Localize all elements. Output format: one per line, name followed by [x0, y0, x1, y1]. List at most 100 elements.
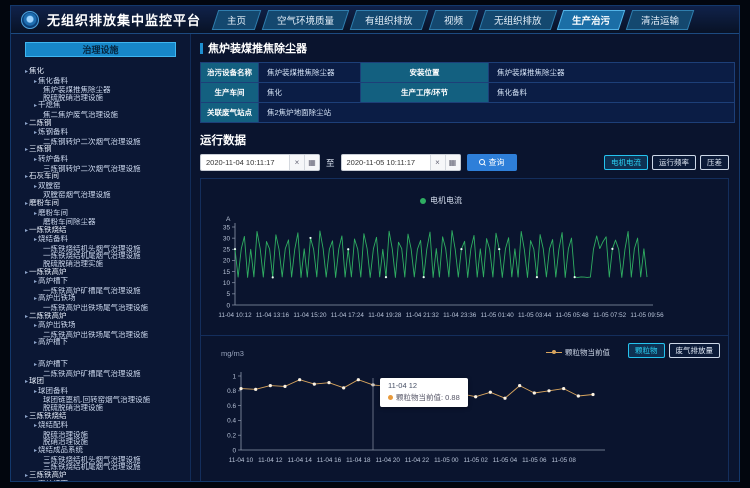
- tree-item[interactable]: 焦炉装煤推焦除尘器: [25, 86, 188, 94]
- tree-item[interactable]: 一炼铁高炉矿槽尾气治理设施: [25, 287, 188, 295]
- chevron-right-icon: ▸: [34, 362, 37, 368]
- start-date-input[interactable]: 2020-11-04 10:11:17: [201, 155, 289, 170]
- tree-item[interactable]: 一炼铁高炉出铁场尾气治理设施: [25, 304, 188, 312]
- tree-item-label: 脱硫脱硝治理实施: [43, 260, 103, 268]
- nav-item-空气环境质量[interactable]: 空气环境质量: [262, 10, 350, 30]
- date-range-end[interactable]: 2020-11-05 10:11:17 × ▦: [341, 154, 461, 171]
- pm-button-颗粒物[interactable]: 颗粒物: [628, 343, 665, 358]
- tree-item[interactable]: ▸双膛窑: [25, 182, 188, 192]
- tree-item[interactable]: 焦二焦炉废气治理设施: [25, 111, 188, 119]
- tree-item[interactable]: ▸磨粉车间: [25, 199, 188, 209]
- tree-item[interactable]: ▸一炼铁高炉: [25, 268, 188, 278]
- svg-text:1: 1: [232, 373, 236, 380]
- tree-item[interactable]: 脱硫脱硝治理设施: [25, 404, 188, 412]
- tree-item[interactable]: 二炼铁高炉矿槽尾气治理设施: [25, 370, 188, 378]
- nav-item-主页[interactable]: 主页: [212, 10, 262, 30]
- tree-item[interactable]: ▸高炉出铁场: [25, 294, 188, 304]
- chevron-right-icon: ▸: [34, 423, 37, 429]
- table-label-cell: 生产工序/环节: [361, 83, 489, 103]
- chevron-right-icon: ▸: [25, 121, 28, 127]
- metric-button-压差[interactable]: 压差: [700, 155, 729, 170]
- nav-item-label: 生产治污: [572, 13, 610, 27]
- tree-item[interactable]: ▸二炼铁高炉: [25, 312, 188, 322]
- tree-item[interactable]: ▸三炼铁高炉: [25, 471, 188, 481]
- tree-item[interactable]: ▸高炉槽下: [25, 360, 188, 370]
- tree-item[interactable]: 脱硝治理设施: [25, 438, 188, 446]
- tree-item[interactable]: ▸烧结备料: [25, 235, 188, 245]
- nav-item-清洁运输[interactable]: 清洁运输: [626, 10, 695, 30]
- main-nav: 主页空气环境质量有组织排放视频无组织排放生产治污清洁运输: [215, 10, 691, 30]
- clear-icon[interactable]: ×: [289, 155, 304, 170]
- tree-item[interactable]: ▸炼钢备料: [25, 128, 188, 138]
- metric-button-电机电流[interactable]: 电机电流: [604, 155, 648, 170]
- tree-item[interactable]: ▸球团备料: [25, 387, 188, 397]
- chevron-right-icon: ▸: [25, 174, 28, 180]
- svg-text:11-04 16: 11-04 16: [317, 457, 342, 464]
- calendar-icon[interactable]: ▦: [445, 155, 460, 170]
- tree-item[interactable]: ▸转炉备料: [25, 155, 188, 165]
- tree-item[interactable]: 脱硫治理设施: [25, 431, 188, 439]
- svg-text:30: 30: [223, 235, 231, 242]
- tree-item[interactable]: 球团链篦机.回转窑烟气治理设施: [25, 396, 188, 404]
- chevron-right-icon: ▸: [25, 314, 28, 320]
- tree-item[interactable]: ▸磨粉车间: [25, 209, 188, 219]
- svg-text:11-04 12: 11-04 12: [258, 457, 283, 464]
- tree-item-label: 高炉槽下: [38, 480, 68, 481]
- tree-item[interactable]: ▸二炼钢: [25, 119, 188, 129]
- tree-item[interactable]: ▸焦化: [25, 67, 188, 77]
- tree-item-label: 一炼铁烧结机尾烟气治理设施: [43, 252, 141, 260]
- pm-legend[interactable]: 颗粒物当前值: [546, 347, 610, 358]
- tree-item[interactable]: ▸高炉出铁场: [25, 321, 188, 331]
- metric-button-运行频率[interactable]: 运行频率: [652, 155, 696, 170]
- tree-item-label: 高炉槽下: [38, 277, 68, 285]
- tree-item[interactable]: ▸烧结配料: [25, 421, 188, 431]
- table-value-cell: 焦化备料: [489, 83, 735, 103]
- tree-item[interactable]: ▸高炉槽下: [25, 480, 188, 481]
- chevron-right-icon: ▸: [34, 448, 37, 454]
- tree-item[interactable]: 双膛窑烟气治理设施: [25, 191, 188, 199]
- date-range-start[interactable]: 2020-11-04 10:11:17 × ▦: [200, 154, 320, 171]
- tree-item-label: 一炼铁烧结: [29, 226, 67, 234]
- tree-item[interactable]: 二炼铁高炉出铁场尾气治理设施: [25, 331, 188, 339]
- tree-item[interactable]: 磨粉车间除尘器: [25, 218, 188, 226]
- nav-item-生产治污[interactable]: 生产治污: [557, 10, 626, 30]
- tree-item-label: 二炼铁高炉矿槽尾气治理设施: [43, 370, 141, 378]
- nav-item-有组织排放[interactable]: 有组织排放: [350, 10, 428, 30]
- chart-legend[interactable]: 电机电流: [201, 195, 681, 206]
- title-accent-bar: [200, 43, 203, 54]
- tree-item[interactable]: 三炼铁烧结机尾烟气治理设施: [25, 463, 188, 471]
- tree-item[interactable]: ▸石灰车间: [25, 172, 188, 182]
- pm-button-废气排放量[interactable]: 废气排放量: [669, 343, 721, 358]
- query-button[interactable]: 查询: [467, 154, 517, 171]
- tooltip-title: 11-04 12: [388, 381, 460, 390]
- device-info-table: 治污设备名称焦炉装煤推焦除尘器安装位置焦炉装煤推焦除尘器生产车间焦化生产工序/环…: [200, 62, 735, 123]
- tree-item[interactable]: 三炼铁烧结机头烟气治理设施: [25, 456, 188, 464]
- tree-item[interactable]: 一炼铁烧结机尾烟气治理设施: [25, 252, 188, 260]
- tree-item[interactable]: 脱硫脱硝治理设施: [25, 94, 188, 102]
- calendar-icon[interactable]: ▦: [304, 155, 319, 170]
- tree-item[interactable]: ▸焦化备料: [25, 77, 188, 87]
- tree-item[interactable]: ▸三炼铁烧结: [25, 412, 188, 422]
- clear-icon[interactable]: ×: [430, 155, 445, 170]
- tree-item[interactable]: ▸高炉槽下: [25, 277, 188, 287]
- tree-item[interactable]: 一炼铁烧结机头烟气治理设施: [25, 245, 188, 253]
- svg-text:0: 0: [226, 302, 230, 309]
- tree-item[interactable]: ▸高炉槽下: [25, 338, 188, 348]
- tree-item[interactable]: 二炼钢转炉二次烟气治理设施: [25, 138, 188, 146]
- tree-item[interactable]: ▸干熄焦: [25, 101, 188, 111]
- tooltip: 11-04 12 颗粒物当前值: 0.88: [380, 378, 468, 407]
- tree-item[interactable]: 三炼钢转炉二次烟气治理设施: [25, 165, 188, 173]
- end-date-input[interactable]: 2020-11-05 10:11:17: [342, 155, 430, 170]
- tree-item[interactable]: ▸三炼钢: [25, 145, 188, 155]
- tree-item[interactable]: ▸烧结成品系统: [25, 446, 188, 456]
- tree-item[interactable]: ▸球团: [25, 377, 188, 387]
- svg-text:20: 20: [223, 258, 231, 265]
- tree-item[interactable]: ▸一炼铁烧结: [25, 226, 188, 236]
- tree-item[interactable]: 脱硫脱硝治理实施: [25, 260, 188, 268]
- nav-item-视频[interactable]: 视频: [428, 10, 478, 30]
- tree-item-label: 球团链篦机.回转窑烟气治理设施: [43, 396, 150, 404]
- svg-text:0: 0: [232, 447, 236, 454]
- nav-item-无组织排放[interactable]: 无组织排放: [478, 10, 556, 30]
- svg-text:11-04 17:24: 11-04 17:24: [331, 312, 365, 319]
- facilities-tab-button[interactable]: 治理设施: [25, 42, 176, 57]
